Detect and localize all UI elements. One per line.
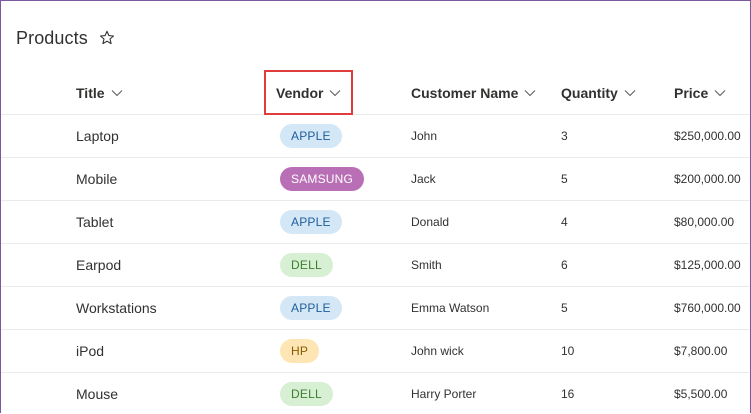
customer-cell: Emma Watson — [411, 301, 490, 315]
column-header-title[interactable]: Title — [76, 71, 123, 114]
title-cell[interactable]: Laptop — [76, 115, 119, 157]
column-header-price[interactable]: Price — [674, 71, 726, 114]
column-header-label: Title — [76, 84, 105, 101]
vendor-pill: SAMSUNG — [280, 167, 365, 191]
vendor-pill: APPLE — [280, 296, 342, 320]
title-cell[interactable]: Tablet — [76, 201, 113, 243]
column-header-label: Price — [674, 84, 709, 101]
table-row[interactable]: Tablet APPLE Donald 4 $80,000.00 — [1, 201, 750, 244]
title-cell[interactable]: Workstations — [76, 287, 157, 329]
column-header-label: Customer Name — [411, 84, 519, 101]
price-cell: $200,000.00 — [674, 172, 741, 186]
customer-cell: Harry Porter — [411, 387, 477, 401]
vendor-cell: DELL — [280, 373, 333, 413]
list-view: Products Title Vendor Customer Name Quan… — [0, 0, 751, 413]
customer-cell: John — [411, 129, 438, 143]
quantity-cell: 6 — [561, 258, 568, 272]
chevron-down-icon — [329, 89, 341, 97]
vendor-cell: SAMSUNG — [280, 158, 365, 200]
vendor-pill: DELL — [280, 382, 333, 406]
vendor-cell: HP — [280, 330, 320, 372]
column-header-row: Title Vendor Customer Name Quantity Pric… — [1, 71, 750, 115]
page-title: Products — [16, 27, 88, 48]
price-cell: $7,800.00 — [674, 344, 728, 358]
price-cell: $250,000.00 — [674, 129, 741, 143]
column-header-customer-name[interactable]: Customer Name — [411, 71, 536, 114]
vendor-cell: APPLE — [280, 201, 342, 243]
table-row[interactable]: Workstations APPLE Emma Watson 5 $760,00… — [1, 287, 750, 330]
price-cell: $5,500.00 — [674, 387, 728, 401]
column-header-vendor[interactable]: Vendor — [276, 71, 341, 114]
quantity-cell: 5 — [561, 172, 568, 186]
vendor-cell: DELL — [280, 244, 333, 286]
price-cell: $125,000.00 — [674, 258, 741, 272]
table-row[interactable]: Earpod DELL Smith 6 $125,000.00 — [1, 244, 750, 287]
chevron-down-icon — [624, 89, 636, 97]
quantity-cell: 10 — [561, 344, 575, 358]
table-row[interactable]: Laptop APPLE John 3 $250,000.00 — [1, 115, 750, 158]
customer-cell: Jack — [411, 172, 436, 186]
chevron-down-icon — [111, 89, 123, 97]
vendor-pill: HP — [280, 339, 320, 363]
star-icon[interactable] — [99, 30, 115, 46]
quantity-cell: 5 — [561, 301, 568, 315]
quantity-cell: 4 — [561, 215, 568, 229]
vendor-cell: APPLE — [280, 115, 342, 157]
chevron-down-icon — [714, 89, 726, 97]
table-row[interactable]: Mobile SAMSUNG Jack 5 $200,000.00 — [1, 158, 750, 201]
table-row[interactable]: iPod HP John wick 10 $7,800.00 — [1, 330, 750, 373]
quantity-cell: 16 — [561, 387, 575, 401]
chevron-down-icon — [524, 89, 536, 97]
title-cell[interactable]: Mobile — [76, 158, 117, 200]
price-cell: $80,000.00 — [674, 215, 735, 229]
vendor-cell: APPLE — [280, 287, 342, 329]
table-row[interactable]: Mouse DELL Harry Porter 16 $5,500.00 — [1, 373, 750, 413]
title-cell[interactable]: iPod — [76, 330, 104, 372]
vendor-pill: APPLE — [280, 210, 342, 234]
column-header-label: Quantity — [561, 84, 618, 101]
customer-cell: Donald — [411, 215, 450, 229]
table-body: Laptop APPLE John 3 $250,000.00 Mobile S… — [1, 115, 750, 413]
customer-cell: John wick — [411, 344, 464, 358]
customer-cell: Smith — [411, 258, 442, 272]
title-cell[interactable]: Mouse — [76, 373, 118, 413]
column-header-quantity[interactable]: Quantity — [561, 71, 636, 114]
title-cell[interactable]: Earpod — [76, 244, 121, 286]
list-header: Products — [16, 26, 115, 50]
quantity-cell: 3 — [561, 129, 568, 143]
price-cell: $760,000.00 — [674, 301, 741, 315]
column-header-label: Vendor — [276, 84, 324, 101]
vendor-pill: DELL — [280, 253, 333, 277]
vendor-pill: APPLE — [280, 124, 342, 148]
